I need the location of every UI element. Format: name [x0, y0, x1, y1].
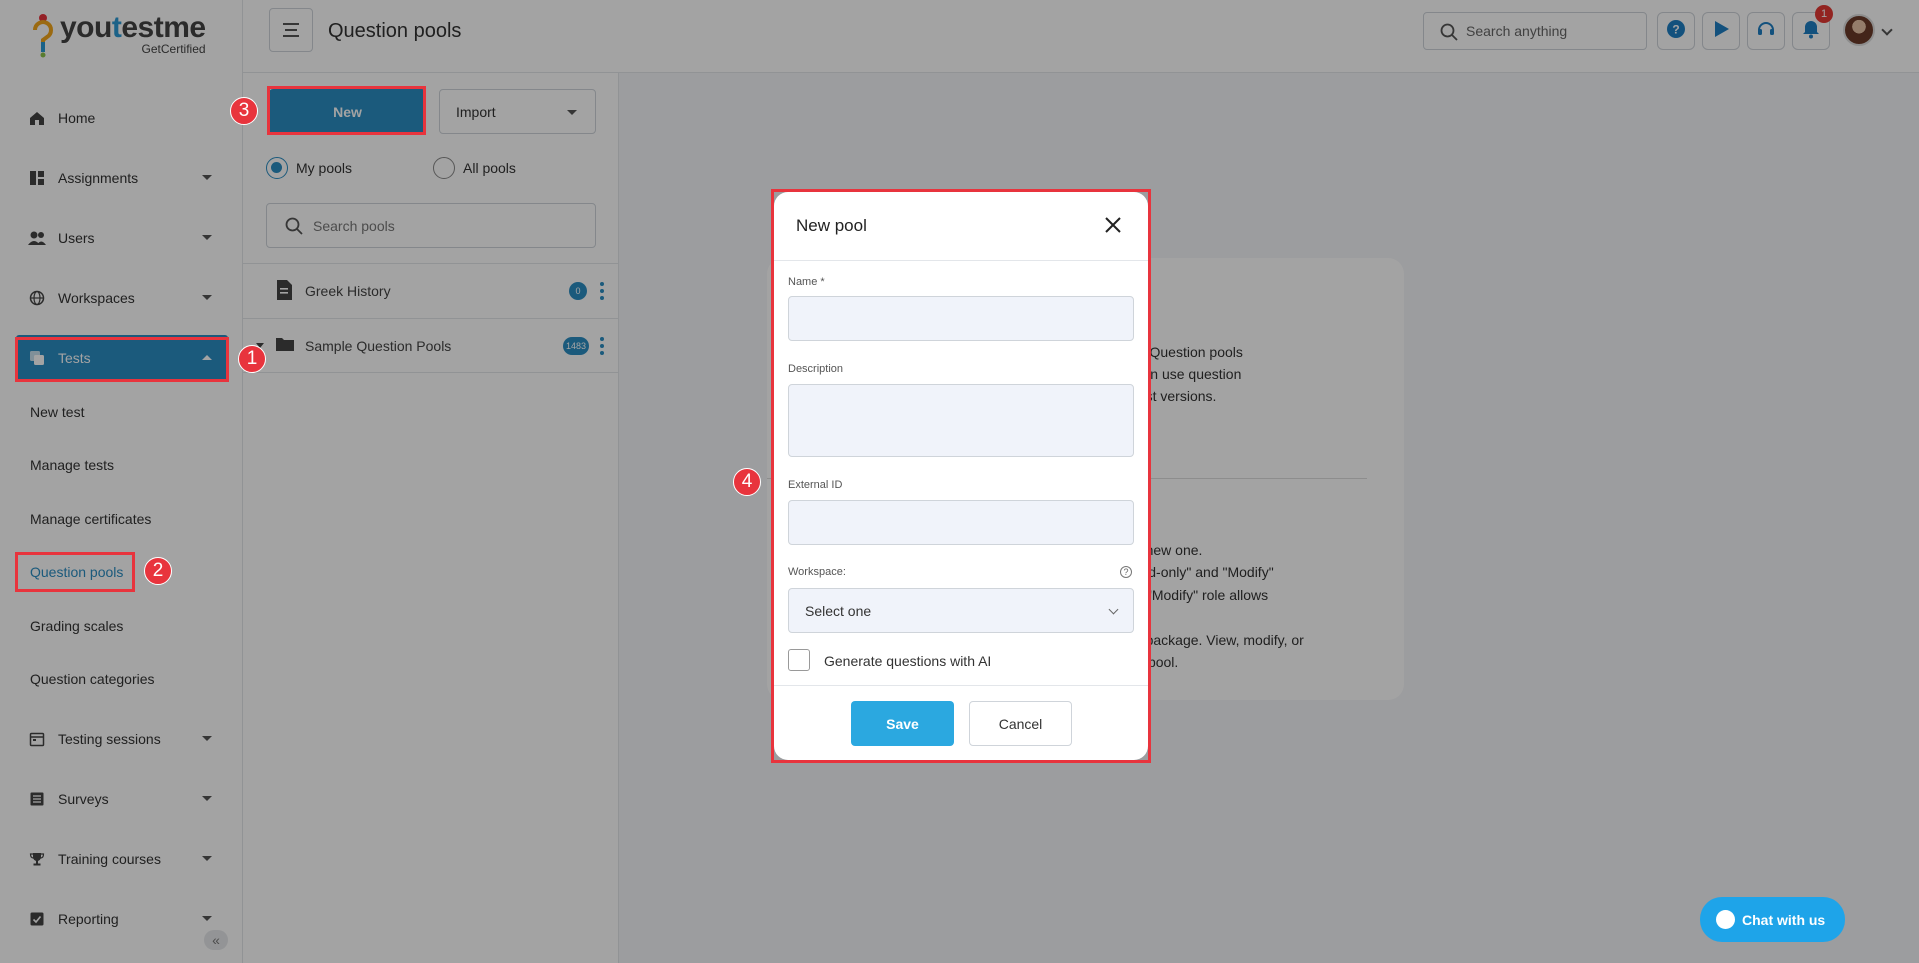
highlight-new-pool-dialog	[771, 189, 1151, 763]
callout-badge: 2	[144, 557, 172, 585]
chat-bubble-icon	[1716, 910, 1735, 929]
highlight-new-button	[267, 86, 426, 135]
chat-label: Chat with us	[1742, 911, 1826, 928]
highlight-question-pools	[15, 552, 135, 592]
callout-badge: 4	[733, 468, 761, 496]
highlight-tests	[15, 337, 229, 382]
callout-badge: 3	[230, 97, 258, 125]
chat-with-us-button[interactable]: Chat with us	[1700, 897, 1845, 942]
callout-badge: 1	[238, 345, 266, 373]
